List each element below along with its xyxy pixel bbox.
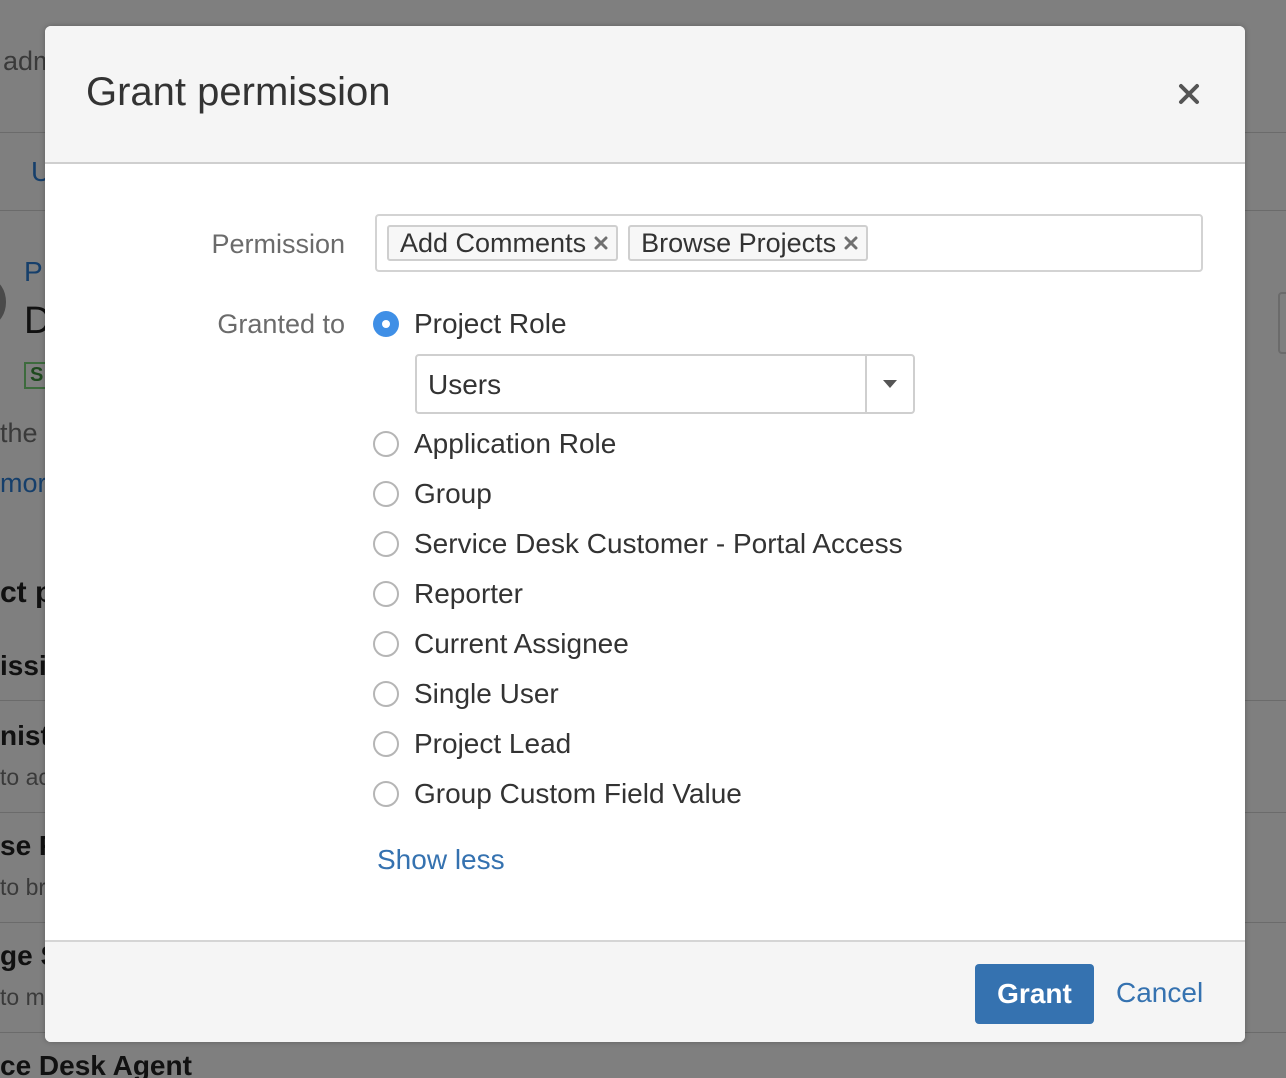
radio-label: Group Custom Field Value (414, 778, 742, 809)
radio-current-assignee[interactable]: Current Assignee (373, 624, 629, 664)
radio-button[interactable] (373, 781, 399, 807)
show-less-link[interactable]: Show less (377, 844, 505, 876)
cancel-link[interactable]: Cancel (1116, 977, 1203, 1009)
radio-group-custom-field-value[interactable]: Group Custom Field Value (373, 774, 742, 814)
radio-project-lead[interactable]: Project Lead (373, 724, 571, 764)
bg-column-header: issi (0, 650, 47, 681)
remove-tag-button[interactable] (844, 236, 858, 250)
radio-label: Service Desk Customer - Portal Access (414, 528, 903, 559)
select-value: Users (428, 369, 502, 400)
bg-button (1278, 292, 1286, 354)
bg-avatar (0, 280, 6, 324)
permission-label: Permission (211, 229, 345, 259)
remove-tag-button[interactable] (594, 236, 608, 250)
radio-button[interactable] (373, 531, 399, 557)
radio-label: Reporter (414, 578, 523, 609)
close-icon (844, 236, 858, 250)
radio-button[interactable] (373, 431, 399, 457)
bg-breadcrumb: P (24, 256, 43, 287)
permission-tag: Browse Projects (628, 225, 869, 261)
close-button[interactable] (1169, 74, 1209, 114)
permission-multiselect[interactable]: Add Comments Browse Projects (375, 214, 1203, 272)
radio-label: Group (414, 478, 492, 509)
radio-label: Project Lead (414, 728, 572, 759)
granted-to-label: Granted to (217, 309, 345, 339)
select-toggle[interactable] (865, 356, 913, 412)
radio-button[interactable] (373, 631, 399, 657)
close-icon (1179, 84, 1199, 104)
radio-label: Single User (414, 678, 559, 709)
permission-tag-label: Browse Projects (641, 227, 837, 258)
grant-button[interactable]: Grant (975, 964, 1094, 1024)
radio-label: Project Role (414, 308, 567, 339)
project-role-select[interactable]: Users (415, 354, 915, 414)
permission-tag-label: Add Comments (400, 227, 587, 258)
permission-tag: Add Comments (387, 225, 619, 261)
bg-row-title: nist (0, 720, 50, 751)
radio-service-desk-customer[interactable]: Service Desk Customer - Portal Access (373, 524, 903, 564)
radio-reporter[interactable]: Reporter (373, 574, 523, 614)
grant-permission-dialog: Grant permission Permission Add Comments… (45, 26, 1245, 1042)
bg-row-desc: to m (0, 984, 45, 1010)
radio-label: Current Assignee (414, 628, 629, 659)
radio-single-user[interactable]: Single User (373, 674, 559, 714)
bg-row-desc: to br (0, 874, 47, 900)
bg-row-title: ce Desk Agent (0, 1050, 192, 1078)
chevron-down-icon (883, 380, 897, 388)
close-icon (594, 236, 608, 250)
radio-button[interactable] (373, 481, 399, 507)
radio-button[interactable] (373, 311, 399, 337)
dialog-title: Grant permission (86, 70, 391, 114)
radio-button[interactable] (373, 581, 399, 607)
dialog-header: Grant permission (45, 26, 1245, 164)
bg-description: the (0, 418, 38, 448)
radio-label: Application Role (414, 428, 617, 459)
dialog-footer: Grant Cancel (45, 940, 1245, 1042)
radio-button[interactable] (373, 681, 399, 707)
radio-project-role[interactable]: Project Role (373, 304, 567, 344)
radio-group[interactable]: Group (373, 474, 492, 514)
radio-application-role[interactable]: Application Role (373, 424, 616, 464)
radio-button[interactable] (373, 731, 399, 757)
bg-row-desc: to ac (0, 764, 50, 790)
